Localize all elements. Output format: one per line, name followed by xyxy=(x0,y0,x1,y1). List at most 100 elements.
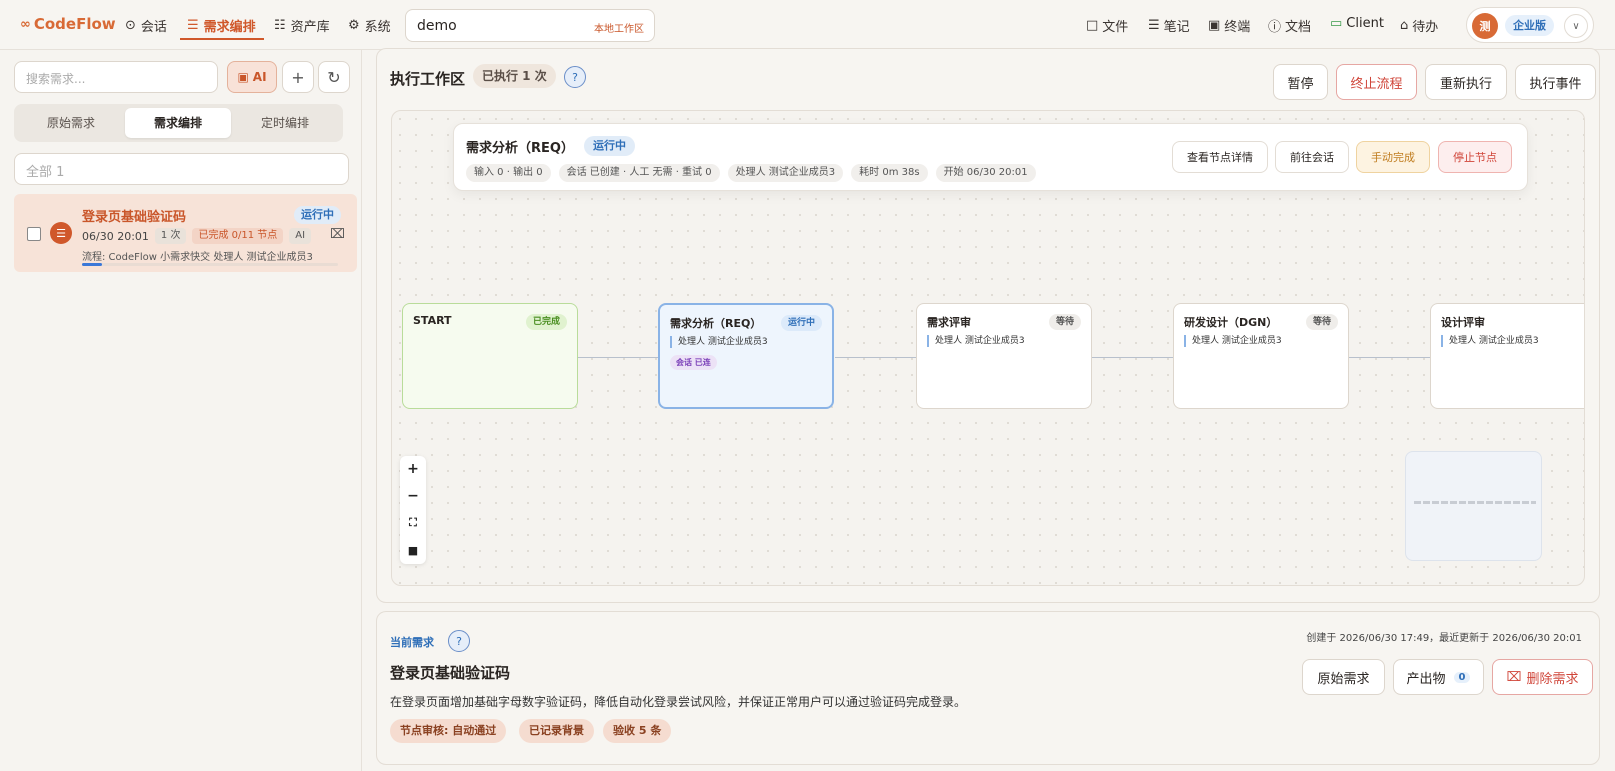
request-meta: 06/30 20:01 1 次 已完成 0/11 节点 AI xyxy=(82,228,312,244)
terminal-button[interactable]: ▣ 终端 xyxy=(1208,16,1250,35)
help-circle-icon: ⓘ xyxy=(1268,20,1282,35)
original-request-button[interactable]: 原始需求 xyxy=(1302,659,1385,695)
chevron-down-icon[interactable]: ∨ xyxy=(1564,14,1588,38)
notes-button[interactable]: ☰ 笔记 xyxy=(1148,16,1190,35)
stop-node-button[interactable]: 停止节点 xyxy=(1438,141,1512,173)
session-chip: 会话 已连 xyxy=(670,355,717,370)
tab-scheduled[interactable]: 定时编排 xyxy=(232,108,338,138)
active-nav-indicator xyxy=(180,38,264,40)
help-icon[interactable]: ? xyxy=(448,630,470,652)
zoom-out-icon[interactable]: − xyxy=(400,483,426,509)
delete-request-button[interactable]: ⌧ 删除需求 xyxy=(1492,659,1593,695)
request-flow: 流程: CodeFlow 小需求快交 处理人 测试企业成员3 xyxy=(82,248,314,263)
workspace-selector[interactable]: demo 本地工作区 xyxy=(405,9,655,42)
current-request-description: 在登录页面增加基础字母数字验证码，降低自动化登录尝试风险，并保证正常用户可以通过… xyxy=(390,695,967,709)
gear-icon: ⚙ xyxy=(348,17,360,33)
flow-edge xyxy=(1349,354,1438,360)
nav-requirements[interactable]: ☰ 需求编排 xyxy=(187,15,256,35)
user-menu[interactable]: 测 企业版 ∨ xyxy=(1466,7,1594,43)
app-logo[interactable]: ∞ CodeFlow xyxy=(20,15,116,33)
terminate-flow-button[interactable]: 终止流程 xyxy=(1336,64,1417,100)
monitor-icon: ▭ xyxy=(1330,16,1343,31)
io-chip: 输入 0 · 输出 0 xyxy=(466,164,551,182)
view-node-details-button[interactable]: 查看节点详情 xyxy=(1172,141,1268,173)
tab-original[interactable]: 原始需求 xyxy=(18,108,124,138)
node-handler: 处理人 测试企业成员3 xyxy=(1184,335,1282,347)
node-status: 运行中 xyxy=(780,315,822,331)
node-handler: 处理人 测试企业成员3 xyxy=(670,336,768,348)
top-right-label: Client xyxy=(1346,16,1384,31)
request-list-item[interactable]: ☰ 登录页基础验证码 运行中 06/30 20:01 1 次 已完成 0/11 … xyxy=(14,194,357,272)
nav-system[interactable]: ⚙ 系统 xyxy=(348,15,391,35)
document-icon: ☰ xyxy=(187,17,199,33)
node-status: 等待 xyxy=(1305,314,1338,330)
client-button[interactable]: ▭ Client xyxy=(1330,16,1384,31)
flow-canvas[interactable]: 需求分析（REQ） 运行中 输入 0 · 输出 0 会话 已创建 · 人工 无需… xyxy=(391,110,1585,586)
flow-node-design-review[interactable]: 设计评审 处理人 测试企业成员3 xyxy=(1430,303,1584,409)
filter-select[interactable]: 全部 1 xyxy=(14,153,349,185)
pause-button[interactable]: 暂停 xyxy=(1273,64,1328,100)
current-request-label: 当前需求 xyxy=(390,636,434,649)
lock-icon[interactable]: ■ xyxy=(400,537,426,563)
tab-orchestration[interactable]: 需求编排 xyxy=(125,108,231,138)
minimap-nodes xyxy=(1414,501,1536,504)
trash-icon[interactable]: ⌧ xyxy=(330,227,345,242)
artifacts-button[interactable]: 产出物 0 xyxy=(1393,659,1484,695)
logo-text: CodeFlow xyxy=(33,15,116,33)
start-chip: 开始 06/30 20:01 xyxy=(935,164,1036,182)
hierarchy-icon: ☷ xyxy=(274,17,286,33)
tag-acceptance: 验收 5 条 xyxy=(603,719,672,743)
node-info-title: 需求分析（REQ） xyxy=(466,141,574,156)
todo-button[interactable]: ⌂ 待办 xyxy=(1400,16,1438,35)
zoom-controls: + − ⛶ ■ xyxy=(400,456,426,564)
bell-icon: ⌂ xyxy=(1400,18,1409,33)
node-title: 需求分析（REQ） xyxy=(670,317,762,330)
flow-node-req[interactable]: 需求分析（REQ） 运行中 处理人 测试企业成员3 会话 已连 xyxy=(658,303,834,409)
trash-icon: ⌧ xyxy=(1506,669,1522,685)
chat-bubble-icon: ⊙ xyxy=(125,17,136,33)
exec-count-badge: 已执行 1 次 xyxy=(473,64,556,88)
flow-node-start[interactable]: START 已完成 xyxy=(402,303,578,409)
edition-badge: 企业版 xyxy=(1505,15,1554,36)
request-timestamps: 创建于 2026/06/30 17:49，最近更新于 2026/06/30 20… xyxy=(1306,633,1582,644)
flow-edge xyxy=(578,354,667,360)
zoom-in-icon[interactable]: + xyxy=(400,456,426,482)
help-icon[interactable]: ? xyxy=(564,66,586,88)
nav-chat[interactable]: ⊙ 会话 xyxy=(125,15,167,35)
ai-button[interactable]: ▣ AI xyxy=(227,61,277,93)
tag-background: 已记录背景 xyxy=(519,719,594,743)
flow-text: 流程: CodeFlow 小需求快交 xyxy=(82,252,211,263)
request-checkbox[interactable] xyxy=(27,227,41,241)
nav-assets[interactable]: ☷ 资产库 xyxy=(274,15,330,35)
node-info-card: 需求分析（REQ） 运行中 输入 0 · 输出 0 会话 已创建 · 人工 无需… xyxy=(453,123,1528,191)
nav-label: 系统 xyxy=(364,19,391,35)
handler-text: 处理人 测试企业成员3 xyxy=(213,252,313,263)
flow-node-dgn[interactable]: 研发设计（DGN） 等待 处理人 测试企业成员3 xyxy=(1173,303,1349,409)
request-time: 06/30 20:01 xyxy=(82,229,149,243)
workarea-title: 执行工作区 xyxy=(390,70,466,88)
rerun-button[interactable]: 重新执行 xyxy=(1425,64,1507,100)
search-input[interactable]: 搜索需求... xyxy=(14,61,218,93)
refresh-button[interactable]: ↻ xyxy=(318,61,350,93)
fit-view-icon[interactable]: ⛶ xyxy=(400,510,426,536)
docs-button[interactable]: ⓘ 文档 xyxy=(1268,16,1311,35)
node-status: 已完成 xyxy=(525,314,567,330)
logo-icon: ∞ xyxy=(20,16,31,32)
goto-session-button[interactable]: 前往会话 xyxy=(1275,141,1349,173)
nav-label: 需求编排 xyxy=(203,19,256,35)
minimap[interactable] xyxy=(1405,451,1542,561)
node-title: 设计评审 xyxy=(1441,316,1485,329)
exec-events-button[interactable]: 执行事件 xyxy=(1515,64,1596,100)
top-right-label: 待办 xyxy=(1412,20,1439,35)
manual-complete-button[interactable]: 手动完成 xyxy=(1356,141,1430,173)
handler-chip: 处理人 测试企业成员3 xyxy=(727,164,844,182)
files-button[interactable]: □ 文件 xyxy=(1086,16,1128,35)
document-icon: ☰ xyxy=(50,222,72,244)
top-right-label: 终端 xyxy=(1224,20,1251,35)
add-request-button[interactable]: + xyxy=(282,61,314,93)
node-status: 等待 xyxy=(1048,314,1081,330)
status-badge: 运行中 xyxy=(294,206,341,224)
request-title: 登录页基础验证码 xyxy=(82,210,187,225)
artifacts-label: 产出物 xyxy=(1406,671,1446,687)
flow-node-review[interactable]: 需求评审 等待 处理人 测试企业成员3 xyxy=(916,303,1092,409)
